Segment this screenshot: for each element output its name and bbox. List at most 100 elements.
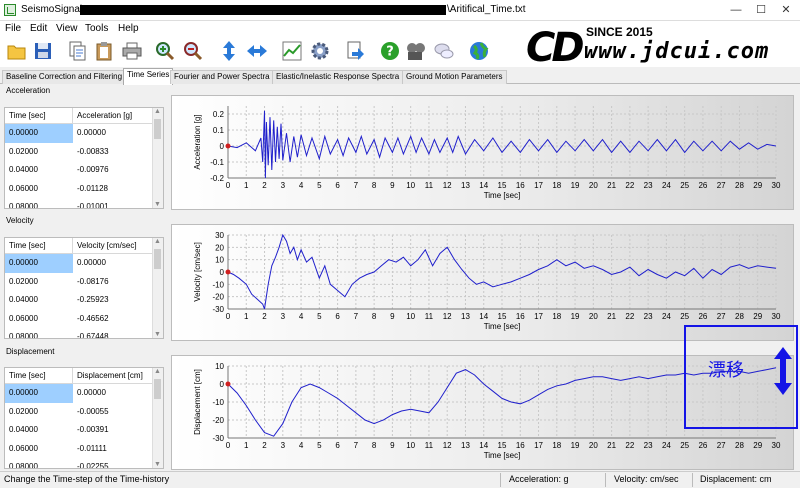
- table-row[interactable]: 0.06000 -0.01111: [5, 440, 163, 459]
- table-row[interactable]: 0.02000 -0.00055: [5, 403, 163, 422]
- table-cell[interactable]: 0.00000: [5, 124, 73, 143]
- table-cell[interactable]: 0.02000: [5, 403, 73, 422]
- table-scrollbar[interactable]: [152, 368, 163, 468]
- table-row[interactable]: 0.06000 -0.01128: [5, 180, 163, 199]
- table-row[interactable]: 0.04000 -0.00976: [5, 161, 163, 180]
- table-cell[interactable]: -0.00055: [73, 403, 113, 422]
- table-cell[interactable]: 0.06000: [5, 440, 73, 459]
- tab-time-series[interactable]: Time Series: [123, 68, 174, 85]
- menu-view[interactable]: View: [56, 23, 78, 34]
- table-row[interactable]: 0.08000 -0.67448: [5, 328, 163, 338]
- column-header[interactable]: Time [sec]: [5, 238, 73, 253]
- clipboard-icon[interactable]: [93, 40, 115, 62]
- table-row[interactable]: 0.02000 -0.08176: [5, 273, 163, 292]
- table-cell[interactable]: -0.08176: [73, 273, 113, 292]
- acceleration-plot[interactable]: 0 1 2 3 4 5 6 7 8 9 10 11 12 13 14 15 16 17 18 19 20 21 22 23 24…: [171, 95, 794, 210]
- export-icon[interactable]: [344, 40, 366, 62]
- x-tick-label: 15: [498, 181, 507, 190]
- zoom-out-icon[interactable]: [182, 40, 204, 62]
- copy-icon[interactable]: [66, 40, 88, 62]
- maximize-button[interactable]: ☐: [749, 0, 773, 21]
- table-row[interactable]: 0.06000 -0.46562: [5, 310, 163, 329]
- chat-icon[interactable]: [433, 40, 455, 62]
- menu-edit[interactable]: Edit: [30, 23, 47, 34]
- scrollbar-thumb[interactable]: [154, 379, 161, 399]
- table-cell[interactable]: -0.01128: [73, 180, 112, 199]
- table-row[interactable]: 0.08000 -0.01001: [5, 198, 163, 208]
- displacement-table[interactable]: Time [sec] Displacement [cm] 0.00000 0.00…: [4, 367, 164, 469]
- vertical-arrows-icon[interactable]: [218, 40, 240, 62]
- table-cell[interactable]: -0.00976: [73, 161, 113, 180]
- table-row[interactable]: 0.08000 -0.02255: [5, 458, 163, 468]
- tab-ground-motion[interactable]: Ground Motion Parameters: [402, 70, 507, 84]
- table-row[interactable]: 0.00000 0.00000: [5, 254, 163, 273]
- open-folder-icon[interactable]: [6, 40, 28, 62]
- table-row[interactable]: 0.00000 0.00000: [5, 384, 163, 403]
- table-cell[interactable]: -0.00833: [73, 143, 113, 162]
- table-cell[interactable]: 0.04000: [5, 291, 73, 310]
- gear-icon[interactable]: [309, 40, 331, 62]
- table-cell[interactable]: 0.06000: [5, 310, 73, 329]
- menu-help[interactable]: Help: [118, 23, 139, 34]
- table-cell[interactable]: 0.00000: [73, 124, 110, 143]
- table-cell[interactable]: 0.02000: [5, 143, 73, 162]
- table-header: Time [sec] Velocity [cm/sec]: [5, 238, 163, 254]
- menu-tools[interactable]: Tools: [85, 23, 108, 34]
- table-cell[interactable]: -0.67448: [73, 328, 113, 338]
- column-header[interactable]: Velocity [cm/sec]: [73, 238, 141, 253]
- print-icon[interactable]: [121, 40, 143, 62]
- x-tick-label: 15: [498, 312, 507, 321]
- help-icon[interactable]: ?: [379, 40, 401, 62]
- chart-icon[interactable]: [281, 40, 303, 62]
- title-bar: SeismoSignal \Aritifical_Time.txt — ☐ ✕: [0, 0, 800, 21]
- velocity-plot[interactable]: 0 1 2 3 4 5 6 7 8 9 10 11 12 13 14 15 16 17 18 19 20 21 22 23 24…: [171, 224, 794, 341]
- table-cell[interactable]: 0.08000: [5, 198, 73, 208]
- tab-baseline-correction[interactable]: Baseline Correction and Filtering: [2, 70, 127, 84]
- table-cell[interactable]: -0.00391: [73, 421, 113, 440]
- table-cell[interactable]: -0.46562: [73, 310, 113, 329]
- table-cell[interactable]: 0.00000: [73, 254, 110, 273]
- table-row[interactable]: 0.04000 -0.25923: [5, 291, 163, 310]
- column-header[interactable]: Acceleration [g]: [73, 108, 136, 123]
- column-header[interactable]: Time [sec]: [5, 368, 73, 383]
- table-cell[interactable]: 0.06000: [5, 180, 73, 199]
- scrollbar-thumb[interactable]: [154, 119, 161, 139]
- table-scrollbar[interactable]: [152, 238, 163, 338]
- horizontal-arrows-icon[interactable]: [246, 40, 268, 62]
- table-cell[interactable]: 0.08000: [5, 458, 73, 468]
- globe-icon[interactable]: [468, 40, 490, 62]
- acceleration-table[interactable]: Time [sec] Acceleration [g] 0.00000 0.000…: [4, 107, 164, 209]
- tab-response-spectra[interactable]: Elastic/Inelastic Response Spectra: [272, 70, 404, 84]
- close-button[interactable]: ✕: [774, 0, 798, 21]
- column-header[interactable]: Time [sec]: [5, 108, 73, 123]
- table-cell[interactable]: 0.04000: [5, 161, 73, 180]
- save-icon[interactable]: [32, 40, 54, 62]
- x-tick-label: 27: [717, 441, 726, 450]
- menu-file[interactable]: File: [5, 23, 21, 34]
- velocity-table[interactable]: Time [sec] Velocity [cm/sec] 0.00000 0.00…: [4, 237, 164, 339]
- table-cell[interactable]: 0.02000: [5, 273, 73, 292]
- table-row[interactable]: 0.00000 0.00000: [5, 124, 163, 143]
- x-tick-label: 23: [644, 312, 653, 321]
- table-cell[interactable]: -0.01111: [73, 440, 111, 459]
- table-row[interactable]: 0.04000 -0.00391: [5, 421, 163, 440]
- minimize-button[interactable]: —: [724, 0, 748, 21]
- table-cell[interactable]: 0.00000: [5, 254, 73, 273]
- table-cell[interactable]: 0.00000: [73, 384, 110, 403]
- y-tick-label: -20: [212, 416, 224, 425]
- zoom-in-icon[interactable]: [154, 40, 176, 62]
- tab-fourier-power[interactable]: Fourier and Power Spectra: [170, 70, 274, 84]
- y-tick-label: 10: [215, 362, 224, 371]
- scrollbar-thumb[interactable]: [154, 249, 161, 269]
- x-tick-label: 12: [443, 181, 452, 190]
- column-header[interactable]: Displacement [cm]: [73, 368, 147, 383]
- table-cell[interactable]: 0.04000: [5, 421, 73, 440]
- table-cell[interactable]: 0.00000: [5, 384, 73, 403]
- table-cell[interactable]: 0.08000: [5, 328, 73, 338]
- table-row[interactable]: 0.02000 -0.00833: [5, 143, 163, 162]
- table-cell[interactable]: -0.25923: [73, 291, 113, 310]
- table-cell[interactable]: -0.01001: [73, 198, 113, 208]
- table-scrollbar[interactable]: [152, 108, 163, 208]
- table-cell[interactable]: -0.02255: [73, 458, 113, 468]
- film-icon[interactable]: [405, 40, 427, 62]
